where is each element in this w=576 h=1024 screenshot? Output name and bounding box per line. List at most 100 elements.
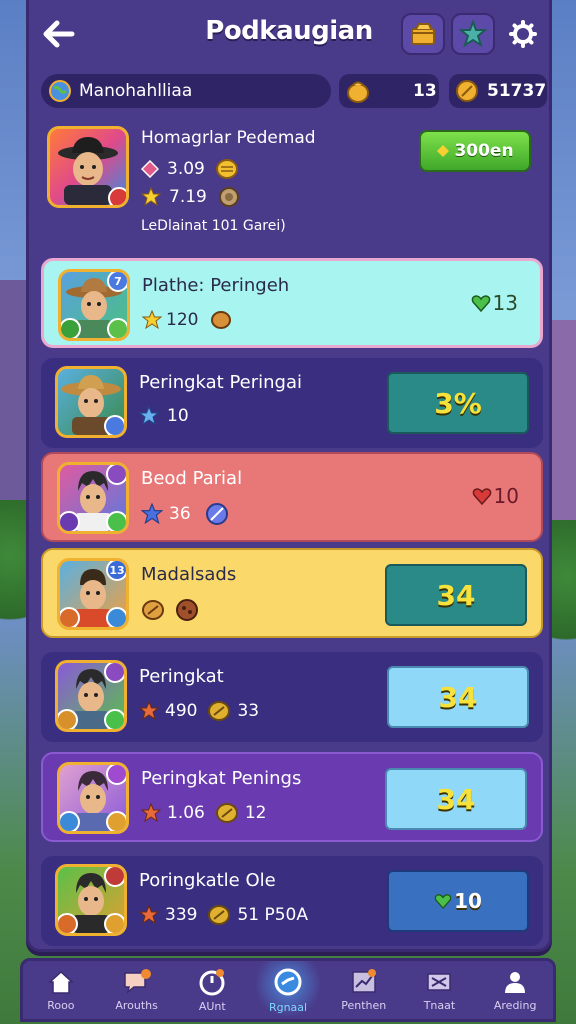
star-orange-icon (141, 803, 161, 823)
leaderboard-row[interactable]: 7 Plathe: Peringeh 120 13 (41, 258, 543, 348)
coins-value: 51737 (487, 81, 547, 101)
row-name: Madalsads (141, 564, 237, 585)
row-stat2: 33 (237, 701, 260, 721)
profile-card: Homagrlar Pedemad 3.09 7.19 LeDlainat 10… (43, 120, 543, 240)
profile-stat-gems: 3.09 (141, 158, 239, 180)
nav-cards[interactable]: Tnaat (402, 961, 478, 1019)
row-score: 10 (472, 484, 519, 508)
row-avatar (55, 864, 127, 936)
row-avatar (55, 660, 127, 732)
row-score-value: 10 (493, 484, 519, 508)
top-bar: Podkaugian (29, 0, 549, 68)
class-badge (58, 709, 78, 729)
achievements-button[interactable] (451, 13, 495, 55)
coin-icon (456, 80, 478, 102)
profile-stat-stars: 7.19 (141, 186, 241, 208)
settings-button[interactable] (501, 13, 545, 55)
feather-icon (205, 503, 228, 525)
profile-avatar[interactable] (47, 126, 129, 208)
star-blue-icon (141, 503, 163, 525)
rank-badge (104, 867, 124, 887)
leaderboard-panel: Podkaugian Manohahlliaa 13 51737 Homagrl… (26, 0, 552, 952)
nav-chat[interactable]: Arouths (99, 961, 175, 1019)
bread-icon (142, 600, 164, 620)
nav-leaderboard-label: Rgnaal (268, 1000, 308, 1014)
star-orange-icon (139, 701, 159, 721)
nav-leaderboard[interactable]: Rgnaal (250, 961, 326, 1019)
nav-chat-label: Arouths (115, 998, 158, 1012)
profile-subtitle: LeDlainat 101 Garei) (141, 218, 286, 234)
check-badge (107, 318, 127, 338)
person-icon (505, 971, 526, 993)
row-score-box: 34 (385, 564, 527, 626)
check-badge (106, 811, 126, 831)
star-blue-icon (139, 406, 159, 426)
row-stat1: 120 (166, 310, 199, 330)
class-badge (61, 318, 81, 338)
row-score-box: 10 (387, 870, 529, 932)
nav-timer-label: AUnt (198, 999, 226, 1013)
leaderboard-row[interactable]: Peringkat Peringai 10 3% (41, 358, 543, 448)
nav-profile[interactable]: Areding (477, 961, 553, 1019)
gold-counter: 13 (339, 74, 439, 108)
bread-icon (208, 905, 231, 925)
row-name: Plathe: Peringeh (142, 275, 290, 296)
profile-name: Homagrlar Pedemad (141, 128, 316, 148)
nav-chart[interactable]: Penthen (326, 961, 402, 1019)
row-avatar: 7 (58, 269, 130, 341)
row-name: Peringkat Peringai (139, 372, 302, 393)
rank-badge (104, 663, 124, 683)
row-stats: 339 51 P50A (139, 904, 308, 926)
star-badge-icon (459, 20, 487, 48)
shop-button[interactable] (401, 13, 445, 55)
row-score-box: 34 (387, 666, 529, 728)
leaderboard-row[interactable]: 13 Madalsads 34 (41, 548, 543, 638)
nav-home[interactable]: Rooo (23, 961, 99, 1019)
leaderboard-row[interactable]: Beod Parial 36 10 (41, 452, 543, 542)
leaderboard-row[interactable]: Poringkatle Ole 339 51 P50A 10 (41, 856, 543, 946)
bottom-nav: Rooo Arouths AUnt Rgnaal Penthen Tnaat A… (20, 958, 556, 1022)
gold-pouch-icon (347, 81, 369, 103)
class-badge (104, 415, 124, 435)
nav-home-label: Rooo (47, 998, 75, 1012)
timer-icon (199, 968, 225, 995)
row-name: Peringkat (139, 666, 224, 687)
compass-icon (274, 968, 302, 995)
chart-icon (351, 968, 376, 993)
home-icon (47, 970, 74, 994)
check-badge (106, 511, 126, 531)
gem-icon (141, 160, 159, 178)
row-avatar (57, 762, 129, 834)
leaderboard-row[interactable]: Peringkat Penings 1.06 12 34 (41, 752, 543, 842)
row-score-value: 10 (454, 889, 482, 913)
player-pill[interactable]: Manohahlliaa (41, 74, 331, 108)
check-badge (106, 607, 126, 627)
row-avatar: 13 (57, 558, 129, 630)
player-name: Manohahlliaa (79, 81, 193, 101)
heart-red-icon (472, 488, 491, 505)
claim-button[interactable]: 300en (419, 130, 531, 172)
profile-stat1-value: 3.09 (167, 159, 205, 179)
bread-icon (215, 803, 238, 823)
leaderboard-row[interactable]: Peringkat 490 33 34 (41, 652, 543, 742)
row-stats: 10 (139, 406, 189, 426)
nav-cards-label: Tnaat (423, 998, 456, 1012)
profile-badge (108, 187, 126, 205)
medal-icon (218, 187, 239, 207)
row-score-value: 13 (492, 291, 518, 315)
gem-small-icon (437, 145, 450, 157)
chest-icon (411, 23, 435, 45)
row-stats: 490 33 (139, 700, 259, 722)
row-stats: 36 (141, 502, 229, 526)
row-score: 13 (471, 291, 518, 315)
nav-timer[interactable]: AUnt (174, 961, 250, 1019)
star-icon (141, 187, 161, 207)
row-stats (141, 598, 199, 622)
chat-icon (123, 968, 151, 994)
row-avatar (57, 462, 129, 534)
class-badge (58, 913, 78, 933)
star-orange-icon (139, 905, 159, 925)
class-badge (60, 811, 80, 831)
globe-icon (49, 80, 71, 102)
coins-counter: 51737 (449, 74, 547, 108)
